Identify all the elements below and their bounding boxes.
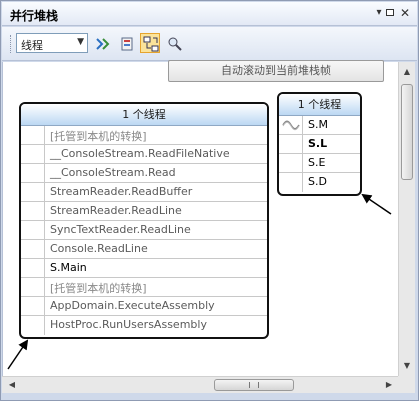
- view-mode-combo[interactable]: 线程 ▼: [16, 33, 88, 53]
- stack-frame[interactable]: SyncTextReader.ReadLine: [21, 221, 267, 240]
- chevron-down-icon: ▼: [77, 37, 84, 47]
- window-pin-icon[interactable]: [386, 9, 394, 16]
- stack-frame[interactable]: S.Main: [21, 259, 267, 278]
- stack-frame[interactable]: StreamReader.ReadLine: [21, 202, 267, 221]
- zoom-button[interactable]: [164, 33, 184, 53]
- toolbar: 线程 ▼: [2, 27, 417, 61]
- frame-label: S.Main: [50, 261, 87, 274]
- stack-frame[interactable]: HostProc.RunUsersAssembly: [21, 316, 267, 335]
- frame-label: HostProc.RunUsersAssembly: [50, 318, 207, 331]
- stack-node-main-thread[interactable]: 1 个线程 [托管到本机的转换] __ConsoleStream.ReadFil…: [19, 102, 269, 339]
- window-close-icon[interactable]: ✕: [398, 6, 412, 20]
- frame-label: S.E: [308, 156, 326, 169]
- toggle-method-view-button[interactable]: [92, 33, 112, 53]
- stack-frame[interactable]: __ConsoleStream.Read: [21, 164, 267, 183]
- horizontal-scroll-thumb[interactable]: [214, 379, 294, 391]
- auto-scroll-to-current-frame-button[interactable]: 自动滚动到当前堆栈帧: [168, 60, 384, 82]
- grip-icon: [249, 382, 259, 388]
- vertical-scrollbar[interactable]: ▲ ▼: [398, 62, 415, 376]
- stack-frame-current[interactable]: S.M: [279, 116, 360, 135]
- stack-frame[interactable]: AppDomain.ExecuteAssembly: [21, 297, 267, 316]
- vertical-scroll-thumb[interactable]: [401, 84, 413, 180]
- stack-frame[interactable]: __ConsoleStream.ReadFileNative: [21, 145, 267, 164]
- parallel-stacks-window: 并行堆栈 ▾ ✕ 线程 ▼ 自动滚动到当前堆栈帧 1 个线程 [托管到本机的转换…: [0, 0, 419, 401]
- toggle-zoom-icon: [121, 37, 133, 51]
- frame-label: SyncTextReader.ReadLine: [50, 223, 191, 236]
- stack-frame[interactable]: [托管到本机的转换]: [21, 126, 267, 145]
- stack-frame[interactable]: S.E: [279, 154, 360, 173]
- frame-label: StreamReader.ReadLine: [50, 204, 182, 217]
- scroll-down-icon[interactable]: ▼: [399, 358, 415, 374]
- scroll-right-icon[interactable]: ▶: [381, 377, 397, 393]
- scrollbar-corner: [398, 376, 415, 393]
- title-bar: 并行堆栈 ▾ ✕: [2, 2, 417, 26]
- stack-node-header: 1 个线程: [21, 104, 267, 126]
- zoom-icon: [168, 37, 182, 51]
- window-menu-dropdown-icon[interactable]: ▾: [372, 6, 386, 20]
- toolbar-grip[interactable]: [10, 35, 13, 53]
- frame-label: S.D: [308, 175, 327, 188]
- thread-icon: [282, 120, 300, 131]
- toggle-zoom-button[interactable]: [116, 33, 136, 53]
- auto-scroll-icon: [143, 36, 159, 52]
- stack-frame[interactable]: [托管到本机的转换]: [21, 278, 267, 297]
- frame-label: [托管到本机的转换]: [50, 282, 147, 295]
- frame-label: S.L: [308, 137, 328, 150]
- stack-frame[interactable]: StreamReader.ReadBuffer: [21, 183, 267, 202]
- frame-label: __ConsoleStream.Read: [50, 166, 176, 179]
- auto-scroll-toggle-button[interactable]: [140, 33, 160, 53]
- frame-label: Console.ReadLine: [50, 242, 148, 255]
- scroll-up-icon[interactable]: ▲: [399, 64, 415, 80]
- horizontal-scrollbar[interactable]: ◀ ▶: [2, 376, 399, 393]
- window-title: 并行堆栈: [10, 9, 59, 23]
- stack-node-worker-thread[interactable]: 1 个线程 S.M S.L S.E S.D: [277, 92, 362, 196]
- toggle-method-view-icon: [96, 38, 110, 50]
- frame-label: StreamReader.ReadBuffer: [50, 185, 193, 198]
- stack-frame[interactable]: S.D: [279, 173, 360, 192]
- stack-frame[interactable]: S.L: [279, 135, 360, 154]
- view-mode-value: 线程: [21, 39, 43, 52]
- frame-label: AppDomain.ExecuteAssembly: [50, 299, 215, 312]
- frame-label: S.M: [308, 118, 328, 131]
- stack-frame[interactable]: Console.ReadLine: [21, 240, 267, 259]
- stack-node-header: 1 个线程: [279, 94, 360, 116]
- scroll-left-icon[interactable]: ◀: [4, 377, 20, 393]
- frame-label: [托管到本机的转换]: [50, 130, 147, 143]
- frame-label: __ConsoleStream.ReadFileNative: [50, 147, 230, 160]
